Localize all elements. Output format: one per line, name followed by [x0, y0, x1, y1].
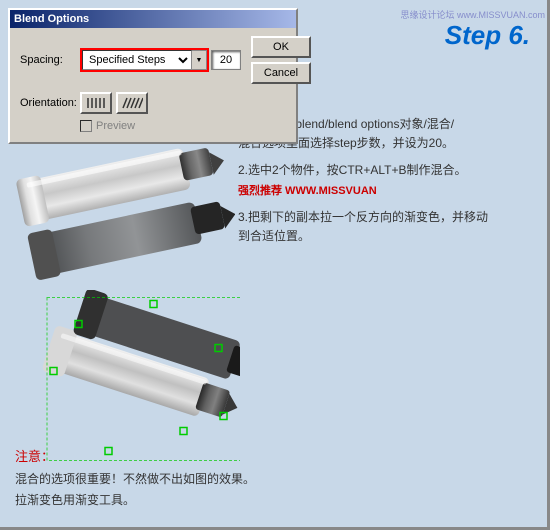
notes-title: 注意： [15, 446, 535, 465]
steps-input[interactable]: 20 [211, 50, 241, 70]
ok-button[interactable]: OK [251, 36, 311, 58]
spacing-label: Spacing: [20, 54, 80, 66]
lower-illustration [20, 290, 240, 470]
cancel-button[interactable]: Cancel [251, 62, 311, 84]
instruction-3: 3.把剩下的副本拉一个反方向的渐变色，并移动 到合适位置。 [238, 208, 542, 246]
orient-align-to-path[interactable] [116, 92, 148, 114]
instruction-2: 2.选中2个物件，按CTR+ALT+B制作混合。 强烈推荐 WWW.MISSVU… [238, 161, 542, 200]
blend-options-dialog: Blend Options Spacing: Specified Steps S… [8, 8, 298, 144]
spacing-dropdown[interactable]: Specified Steps Specified Distance Smoot… [82, 50, 192, 70]
dialog-titlebar: Blend Options [10, 10, 296, 28]
orient-align-to-page[interactable] [80, 92, 112, 114]
watermark-mid: 强烈推荐 WWW.MISSVUAN [238, 185, 377, 197]
dialog-title: Blend Options [14, 13, 89, 25]
step-label: Step 6. [445, 20, 530, 51]
notes-section: 注意： 混合的选项很重要！不然做不出如图的效果。 拉渐变色用渐变工具。 [15, 446, 535, 512]
preview-checkbox[interactable] [80, 120, 92, 132]
preview-label: Preview [96, 120, 135, 132]
notes-body: 混合的选项很重要！不然做不出如图的效果。 拉渐变色用渐变工具。 [15, 469, 535, 512]
orientation-label: Orientation: [20, 97, 80, 109]
dropdown-arrow[interactable]: ▼ [192, 50, 207, 70]
spacing-select-wrapper[interactable]: Specified Steps Specified Distance Smoot… [80, 48, 209, 72]
